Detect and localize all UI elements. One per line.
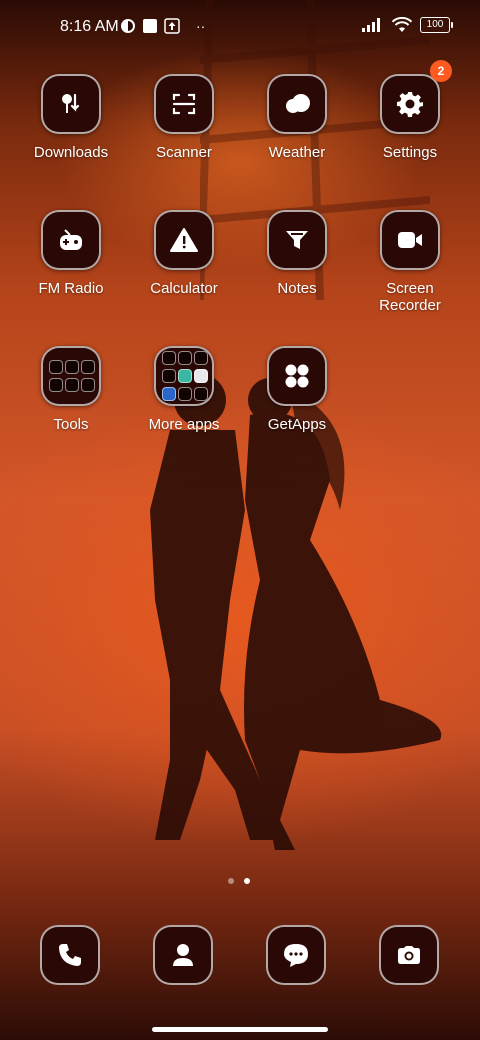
vpn-icon (121, 19, 135, 33)
couple-silhouette (150, 374, 442, 850)
app-getapps[interactable]: GetApps (247, 346, 347, 433)
app-label: GetApps (267, 416, 327, 433)
dock-camera[interactable] (379, 925, 439, 985)
page-dot-active[interactable] (244, 878, 250, 884)
app-settings[interactable]: 2 Settings (360, 60, 460, 161)
page-indicator (228, 878, 250, 884)
getapps-icon[interactable] (267, 346, 327, 406)
app-label: FM Radio (38, 280, 104, 297)
app-scanner[interactable]: Scanner (134, 74, 234, 161)
camera-icon[interactable] (379, 925, 439, 985)
app-label: Settings (382, 144, 438, 161)
dock-contacts[interactable] (153, 925, 213, 985)
calculator-icon[interactable] (154, 210, 214, 270)
signal-icon (362, 18, 380, 32)
folder-tools[interactable]: Tools (21, 346, 121, 433)
more-notifications-icon: ·· (196, 18, 206, 34)
app-downloads[interactable]: Downloads (21, 74, 121, 161)
home-indicator[interactable] (152, 1027, 328, 1032)
app-label: Downloads (33, 144, 109, 161)
contacts-icon[interactable] (153, 925, 213, 985)
app-fm-radio[interactable]: FM Radio (21, 210, 121, 297)
dock-messages[interactable] (266, 925, 326, 985)
dock-phone[interactable] (40, 925, 100, 985)
phone-icon[interactable] (40, 925, 100, 985)
video-camera-icon[interactable] (380, 210, 440, 270)
folder-icon[interactable] (41, 346, 101, 406)
app-label: Tools (53, 416, 89, 433)
upload-notification-icon (164, 18, 180, 34)
page-dot[interactable] (228, 878, 234, 884)
notes-icon[interactable] (267, 210, 327, 270)
messages-icon[interactable] (266, 925, 326, 985)
app-label: Screen Recorder (379, 280, 441, 314)
notification-badge: 2 (430, 60, 452, 82)
status-bar: 8:16 AM ·· 100 (0, 0, 480, 56)
app-screen-recorder[interactable]: Screen Recorder (360, 210, 460, 314)
app-label: Weather (268, 144, 326, 161)
square-notification-icon (143, 19, 157, 33)
radio-icon[interactable] (41, 210, 101, 270)
weather-icon[interactable] (267, 74, 327, 134)
app-notes[interactable]: Notes (247, 210, 347, 297)
app-label: Scanner (156, 144, 212, 161)
settings-icon[interactable]: 2 (380, 60, 452, 134)
app-label: Notes (277, 280, 317, 297)
status-time: 8:16 AM (60, 18, 119, 35)
wifi-icon (392, 17, 412, 32)
app-calculator[interactable]: Calculator (134, 210, 234, 297)
app-weather[interactable]: Weather (247, 74, 347, 161)
downloads-icon[interactable] (41, 74, 101, 134)
scanner-icon[interactable] (154, 74, 214, 134)
folder-icon[interactable] (154, 346, 214, 406)
battery-indicator: 100 (420, 17, 453, 33)
app-label: More apps (148, 416, 220, 433)
folder-more-apps[interactable]: More apps (134, 346, 234, 433)
app-label: Calculator (150, 280, 218, 297)
